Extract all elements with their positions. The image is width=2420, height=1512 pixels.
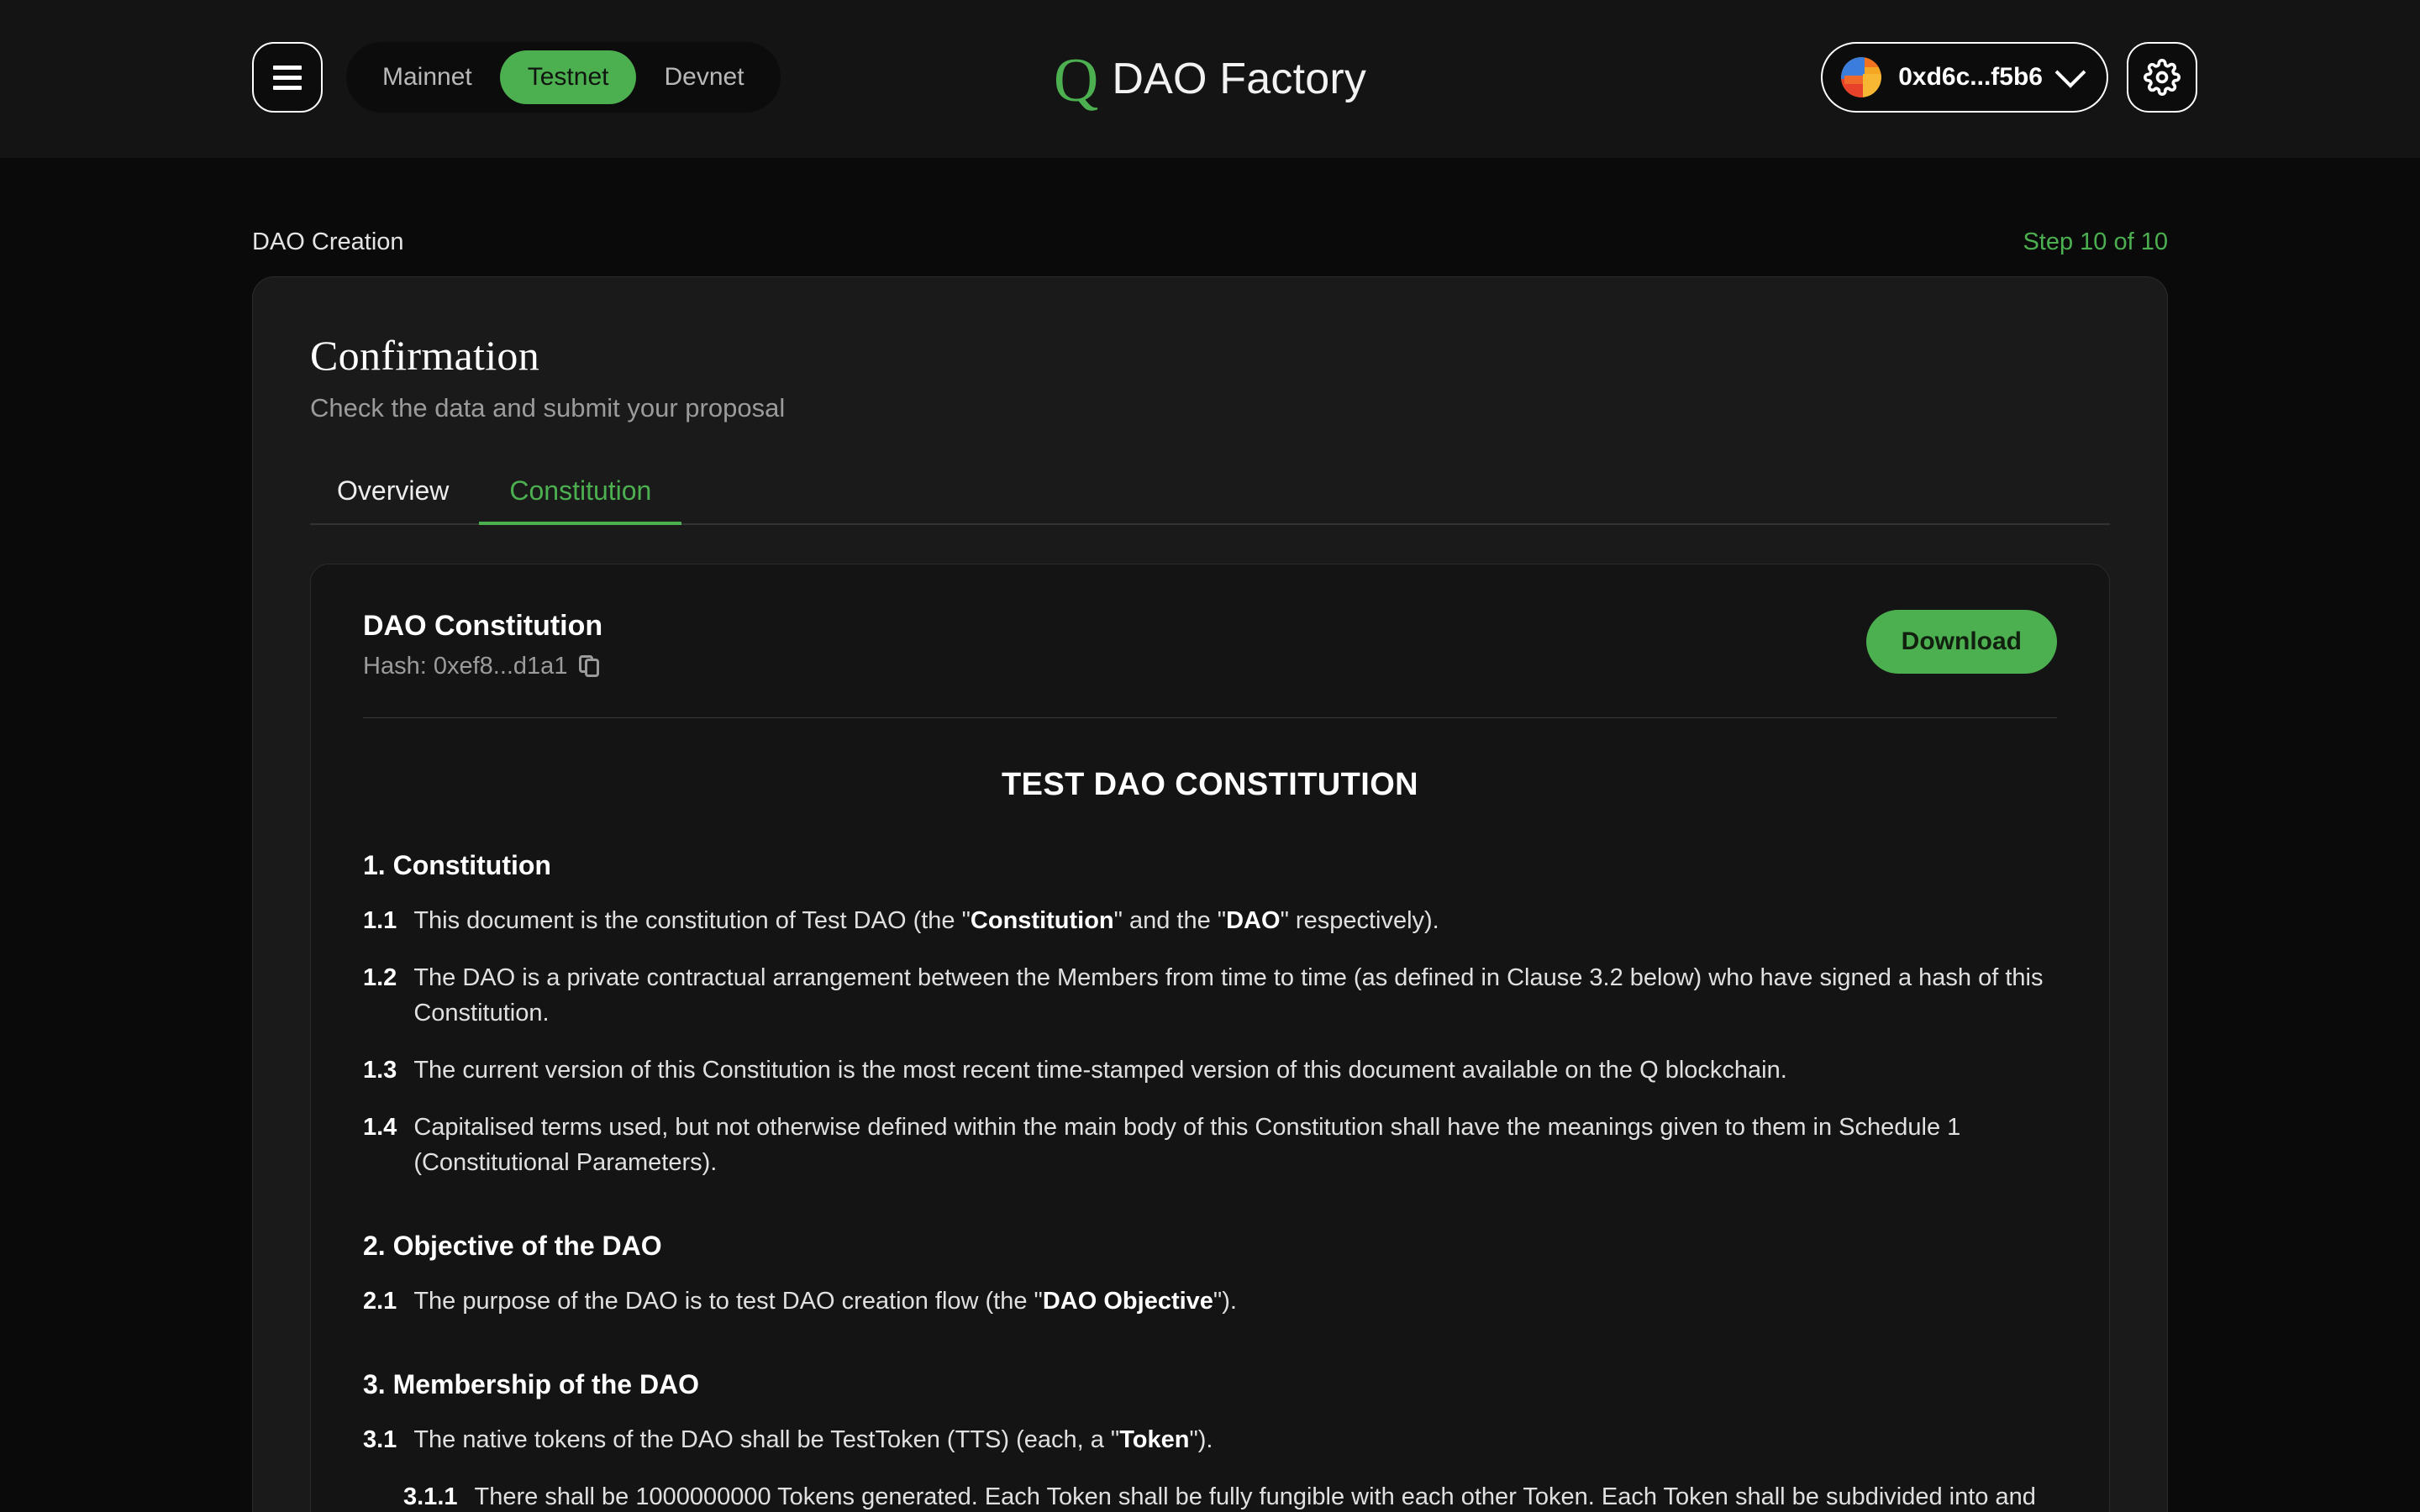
hamburger-menu-icon: [273, 65, 302, 90]
document-header-left: DAO Constitution Hash: 0xef8...d1a1: [363, 610, 602, 680]
topbar-right-group: 0xd6c...f5b6: [1821, 42, 2197, 113]
copy-icon[interactable]: [579, 654, 601, 679]
wallet-blockie-avatar-icon: [1841, 57, 1882, 97]
clause-text: There shall be 1000000000 Tokens generat…: [474, 1483, 2036, 1511]
wallet-address-label: 0xd6c...f5b6: [1898, 63, 2043, 91]
page-subtitle: Check the data and submit your proposal: [310, 393, 786, 423]
app-brand: Q DAO Factory: [1053, 46, 1367, 115]
clause-number: 1.2: [363, 964, 397, 992]
constitution-clause: 1.2 The DAO is a private contractual arra…: [363, 960, 2057, 1031]
constitution-clause: 3.1.1 There shall be 1000000000 Tokens ge…: [403, 1479, 2057, 1512]
tab-overview[interactable]: Overview: [310, 475, 479, 523]
document-hash-row: Hash: 0xef8...d1a1: [363, 653, 602, 680]
clause-text: The purpose of the DAO is to test DAO cr…: [413, 1288, 1237, 1315]
tab-constitution[interactable]: Constitution: [479, 475, 682, 525]
constitution-clause: 3.1 The native tokens of the DAO shall be…: [363, 1422, 2057, 1457]
document-title: DAO Constitution: [363, 610, 603, 642]
clause-number: 3.1.1: [403, 1483, 458, 1511]
clause-number: 1.1: [363, 907, 397, 934]
clause-text: This document is the constitution of Tes…: [413, 907, 1439, 934]
topbar-left-group: Mainnet Testnet Devnet: [252, 42, 781, 113]
constitution-section-heading: 1. Constitution: [363, 850, 551, 880]
tab-bar: Overview Constitution: [310, 475, 2110, 525]
clause-number: 3.1: [363, 1426, 397, 1454]
document-header: DAO Constitution Hash: 0xef8...d1a1 Down…: [363, 610, 2057, 680]
download-button[interactable]: Download: [1865, 610, 2057, 674]
page-content: DAO Creation Step 10 of 10 Confirmation …: [0, 158, 2420, 1512]
page-title: Confirmation: [310, 332, 540, 379]
constitution-heading: TEST DAO CONSTITUTION: [1001, 767, 1419, 802]
app-root: Mainnet Testnet Devnet Q DAO Factory 0xd…: [0, 0, 2420, 1512]
clause-number: 2.1: [363, 1288, 397, 1315]
breadcrumb-row: DAO Creation Step 10 of 10: [252, 158, 2168, 276]
constitution-document-card: DAO Constitution Hash: 0xef8...d1a1 Down…: [310, 564, 2110, 1512]
clause-text: Capitalised terms used, but not otherwis…: [413, 1114, 1961, 1177]
clause-number: 1.3: [363, 1057, 397, 1084]
step-indicator: Step 10 of 10: [2023, 228, 2168, 255]
confirmation-card: Confirmation Check the data and submit y…: [252, 276, 2168, 1512]
network-switcher[interactable]: Mainnet Testnet Devnet: [346, 42, 781, 113]
constitution-body: TEST DAO CONSTITUTION 1. Constitution 1.1…: [363, 718, 2057, 1512]
document-hash-label: Hash: 0xef8...d1a1: [363, 653, 568, 680]
clause-number: 1.4: [363, 1114, 397, 1142]
constitution-clause: 1.1 This document is the constitution of …: [363, 903, 2057, 938]
chevron-down-icon: [2054, 56, 2086, 88]
settings-button[interactable]: [2127, 42, 2197, 113]
constitution-section-heading: 2. Objective of the DAO: [363, 1231, 662, 1262]
clause-text: The native tokens of the DAO shall be Te…: [413, 1426, 1213, 1454]
breadcrumb: DAO Creation: [252, 228, 404, 255]
top-bar: Mainnet Testnet Devnet Q DAO Factory 0xd…: [0, 0, 2420, 158]
constitution-clause: 1.4 Capitalised terms used, but not other…: [363, 1110, 2057, 1180]
hamburger-menu-button[interactable]: [252, 42, 323, 113]
q-logo-icon: Q: [1053, 46, 1099, 115]
clause-text: The DAO is a private contractual arrange…: [413, 964, 2044, 1027]
constitution-clause: 2.1 The purpose of the DAO is to test DAO…: [363, 1284, 2057, 1319]
constitution-section-heading: 3. Membership of the DAO: [363, 1369, 700, 1400]
network-option-testnet[interactable]: Testnet: [499, 50, 637, 104]
network-option-mainnet[interactable]: Mainnet: [355, 50, 500, 104]
constitution-sections: 1. Constitution 1.1 This document is the c…: [363, 850, 2057, 1512]
network-option-devnet[interactable]: Devnet: [636, 50, 771, 104]
constitution-clause: 1.3 The current version of this Constitut…: [363, 1053, 2057, 1088]
gear-icon: [2144, 59, 2181, 96]
app-title: DAO Factory: [1112, 55, 1367, 103]
clause-text: The current version of this Constitution…: [413, 1057, 1787, 1084]
wallet-button[interactable]: 0xd6c...f5b6: [1821, 42, 2108, 113]
